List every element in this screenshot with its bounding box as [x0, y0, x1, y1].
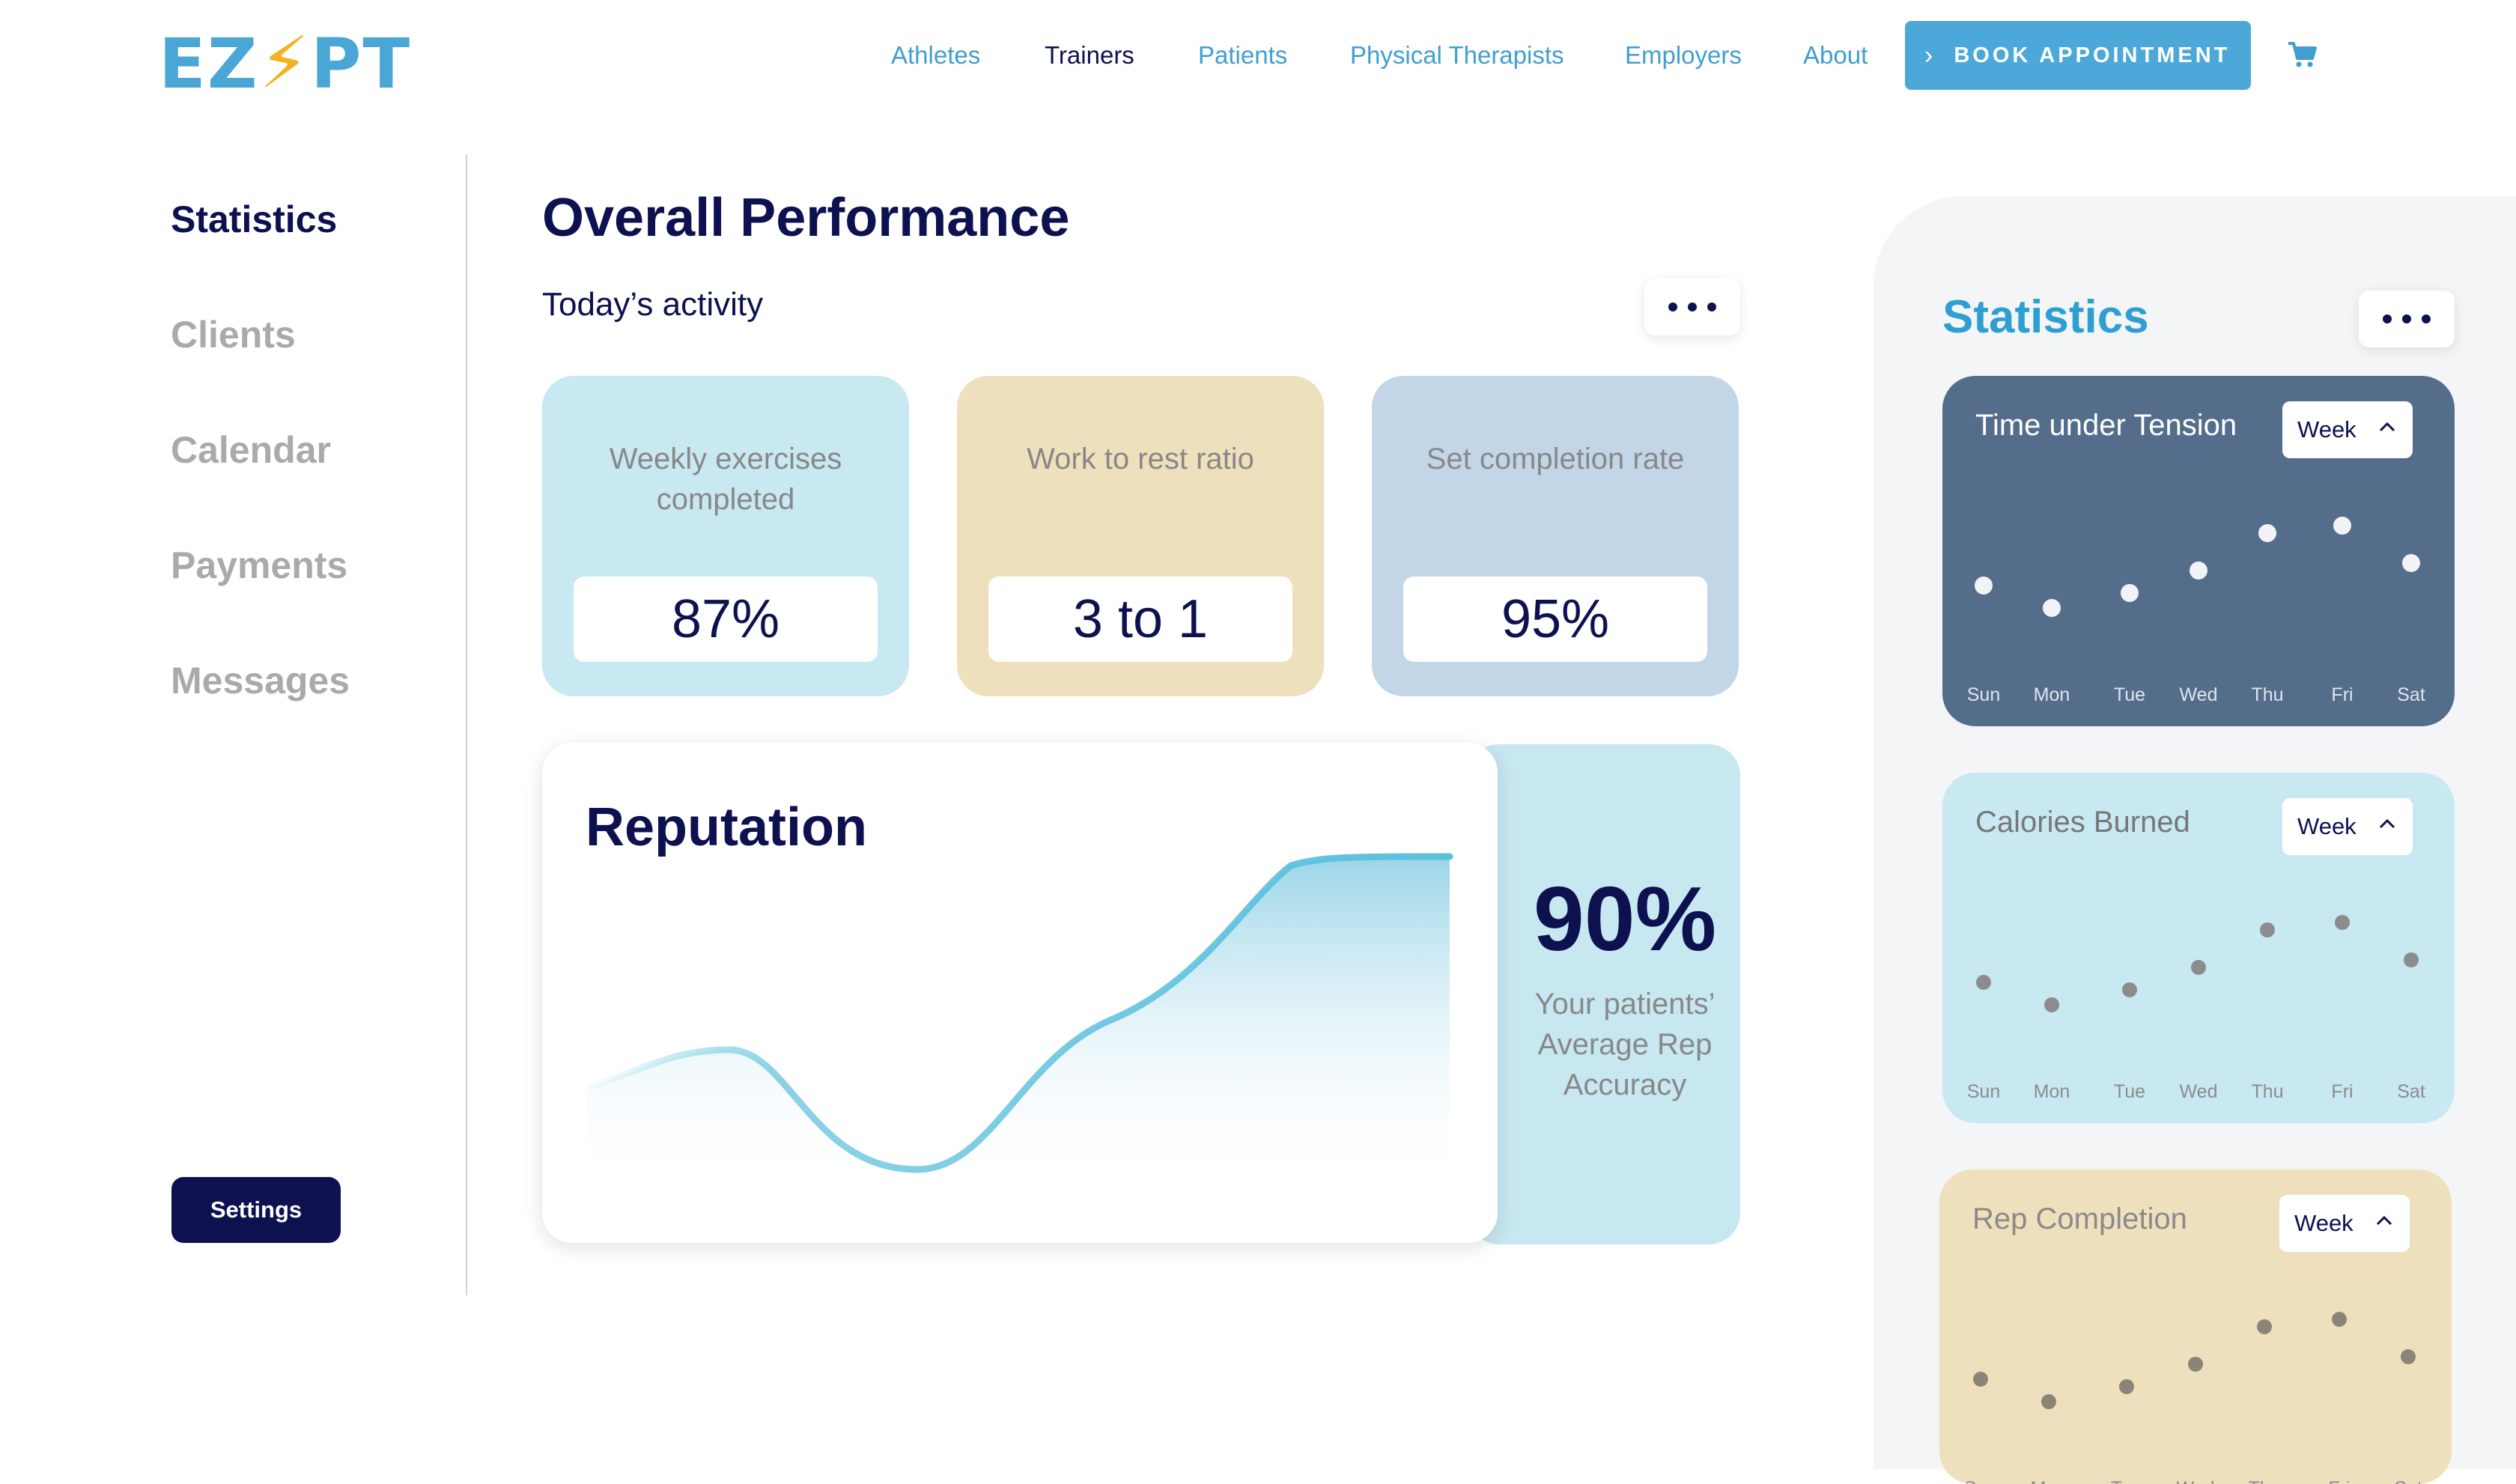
stat-card-label: Weekly exercises completed: [609, 443, 842, 516]
x-tick-label: Fri: [2331, 1081, 2353, 1102]
sidebar-item-messages[interactable]: Messages: [171, 659, 350, 702]
x-tick-label: Wed: [2180, 1081, 2218, 1102]
x-tick-label: Sat: [2397, 1081, 2425, 1102]
dot-icon: [1668, 302, 1677, 311]
x-tick-label: Sat: [2394, 1478, 2422, 1484]
data-point: [2333, 517, 2351, 535]
book-appointment-button[interactable]: › BOOK APPOINTMENT: [1905, 21, 2251, 90]
cart-icon[interactable]: [2285, 37, 2318, 70]
data-point: [2404, 952, 2419, 967]
reputation-description: Your patients’ Average Rep Accuracy: [1534, 988, 1716, 1101]
data-point: [2190, 562, 2207, 580]
x-tick-label: Thu: [2251, 684, 2283, 705]
nav-patients[interactable]: Patients: [1198, 37, 1287, 73]
reputation-percent: 90%: [1533, 868, 1717, 970]
data-point: [2260, 922, 2275, 937]
reputation-area: [587, 857, 1450, 1192]
dot-icon: [2383, 314, 2392, 323]
chart-card-rep-completion: Rep Completion Week SunMonTueWedThuFriSa…: [1939, 1170, 2452, 1484]
statistics-panel-title: Statistics: [1942, 291, 2149, 343]
data-point: [2121, 584, 2139, 602]
x-tick-label: Sun: [1967, 684, 2000, 705]
x-tick-label: Thu: [2251, 1081, 2283, 1102]
x-tick-label: Wed: [2177, 1478, 2215, 1484]
chart-card-time-under-tension: Time under Tension Week Sun Mon Tue Wed Thu F…: [1942, 376, 2455, 726]
data-point: [2191, 960, 2206, 975]
dot-icon: [1688, 302, 1697, 311]
data-point: [2043, 599, 2061, 617]
stat-card-weekly-exercises: Weekly exercises completed 87%: [542, 376, 909, 696]
data-point: [2122, 982, 2137, 997]
x-tick-label: Sun: [1967, 1081, 2000, 1102]
book-appointment-label: BOOK APPOINTMENT: [1954, 43, 2231, 67]
sidebar-divider: [466, 154, 467, 1295]
x-tick-label: Sat: [2397, 684, 2425, 705]
logo-text-left: EZ: [159, 24, 259, 104]
data-point: [1976, 975, 1991, 990]
data-point: [2335, 915, 2350, 930]
x-tick-label: Thu: [2248, 1478, 2280, 1484]
x-tick-label: Tue: [2114, 1081, 2145, 1102]
stat-card-value: 95%: [1403, 577, 1707, 662]
x-tick-label: Mon: [2034, 1081, 2070, 1102]
section-subtitle: Today’s activity: [542, 286, 764, 323]
data-point: [2188, 1357, 2203, 1372]
x-tick-label: Tue: [2111, 1478, 2142, 1484]
x-tick-label: Fri: [2328, 1478, 2350, 1484]
dot-icon: [2402, 314, 2411, 323]
time-under-tension-plot: Sun Mon Tue Wed Thu Fri Sat: [1967, 517, 2425, 705]
stat-card-label: Work to rest ratio: [1027, 443, 1254, 475]
rep-completion-plot: Sun Mon Tue Wed Thu Fri Sat: [1964, 1312, 2422, 1484]
data-point: [2332, 1312, 2347, 1327]
data-point: [1975, 577, 1993, 594]
dot-icon: [2422, 314, 2431, 323]
more-options-button[interactable]: [1644, 279, 1740, 335]
x-tick-label: Mon: [2031, 1478, 2067, 1484]
data-point: [2044, 997, 2059, 1012]
data-point: [2257, 1319, 2272, 1334]
nav-physical-therapists[interactable]: Physical Therapists: [1350, 37, 1564, 73]
page-title: Overall Performance: [542, 188, 1070, 248]
nav-athletes[interactable]: Athletes: [891, 37, 980, 73]
settings-button[interactable]: Settings: [171, 1177, 341, 1243]
dot-icon: [1707, 302, 1716, 311]
nav-about[interactable]: About: [1803, 37, 1868, 73]
sidebar-item-calendar[interactable]: Calendar: [171, 428, 331, 472]
data-point: [1973, 1372, 1988, 1387]
stat-card-work-rest: Work to rest ratio 3 to 1: [957, 376, 1324, 696]
sidebar-item-clients[interactable]: Clients: [171, 313, 296, 356]
statistics-more-button[interactable]: [2359, 291, 2455, 347]
stat-card-label: Set completion rate: [1426, 443, 1685, 475]
logo[interactable]: EZ⚡PT: [159, 27, 411, 99]
data-point: [2258, 524, 2276, 542]
x-tick-label: Fri: [2331, 684, 2353, 705]
stat-card-set-completion: Set completion rate 95%: [1372, 376, 1739, 696]
logo-text-right: PT: [310, 24, 412, 104]
x-tick-label: Tue: [2114, 684, 2145, 705]
sidebar-item-payments[interactable]: Payments: [171, 544, 347, 587]
nav-employers[interactable]: Employers: [1625, 37, 1742, 73]
data-point: [2401, 1349, 2416, 1364]
reputation-title: Reputation: [586, 797, 867, 857]
calories-burned-plot: Sun Mon Tue Wed Thu Fri Sat: [1967, 915, 2425, 1102]
x-tick-label: Mon: [2034, 684, 2070, 705]
nav-trainers[interactable]: Trainers: [1045, 37, 1134, 73]
x-tick-label: Sun: [1964, 1478, 1997, 1484]
logo-bolt-icon: ⚡: [258, 21, 311, 105]
x-tick-label: Wed: [2180, 684, 2218, 705]
sidebar-item-statistics[interactable]: Statistics: [171, 198, 337, 241]
data-point: [2402, 554, 2420, 572]
stat-card-value: 87%: [574, 577, 878, 662]
data-point: [2041, 1394, 2056, 1409]
chart-card-calories-burned: Calories Burned Week Sun Mon Tue Wed Thu Fri S…: [1942, 773, 2455, 1123]
data-point: [2119, 1379, 2134, 1394]
stat-card-value: 3 to 1: [988, 577, 1292, 662]
chevron-right-icon: ›: [1924, 40, 1933, 70]
